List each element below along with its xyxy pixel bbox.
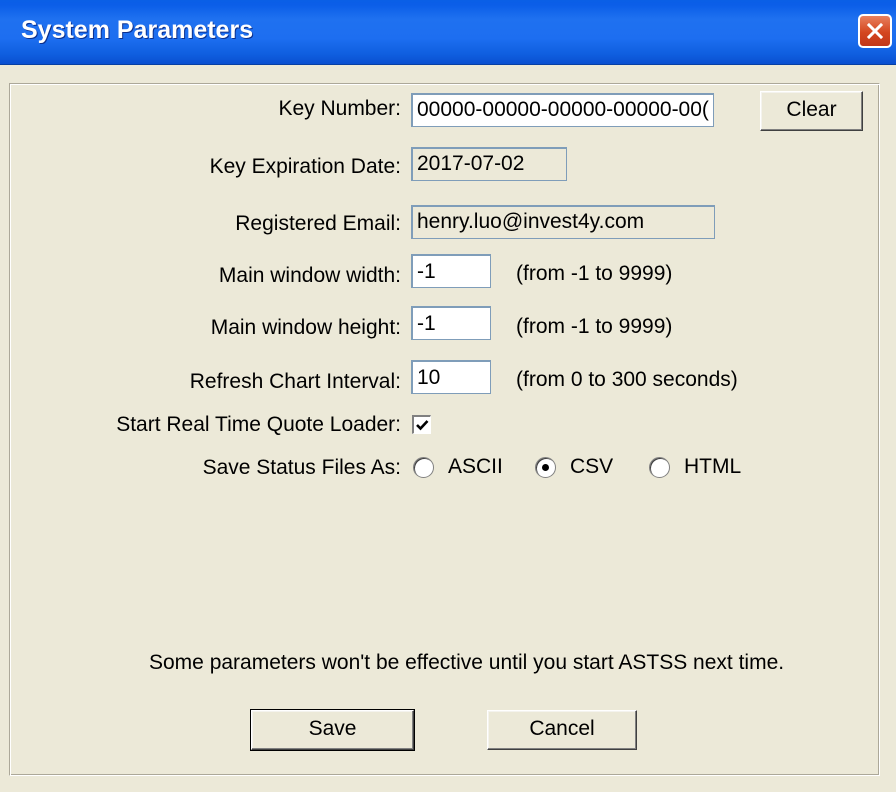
- main-height-hint: (from -1 to 9999): [516, 315, 673, 338]
- cancel-button[interactable]: Cancel: [487, 710, 637, 750]
- clear-button-label: Clear: [786, 98, 837, 121]
- refresh-interval-hint: (from 0 to 300 seconds): [516, 368, 738, 391]
- save-button-label: Save: [308, 717, 357, 740]
- main-height-label: Main window height:: [210, 316, 401, 339]
- close-icon: [866, 22, 884, 40]
- refresh-interval-input[interactable]: [411, 360, 491, 394]
- save-button[interactable]: Save: [250, 709, 415, 751]
- main-height-input[interactable]: [411, 306, 491, 340]
- main-width-hint: (from -1 to 9999): [516, 262, 673, 285]
- close-button[interactable]: [858, 14, 892, 48]
- registered-email-label: Registered Email:: [235, 212, 401, 235]
- radio-html[interactable]: [649, 457, 670, 478]
- title-bar[interactable]: System Parameters: [0, 0, 896, 65]
- cancel-button-label: Cancel: [529, 717, 595, 740]
- restart-note: Some parameters won't be effective until…: [149, 651, 785, 674]
- key-number-value: 00000-00000-00000-00000-00(: [417, 98, 709, 121]
- checkmark-icon: [416, 420, 429, 431]
- key-expiration-label: Key Expiration Date:: [209, 155, 401, 178]
- main-width-input[interactable]: [411, 254, 491, 288]
- key-number-label: Key Number:: [278, 97, 401, 120]
- start-loader-label: Start Real Time Quote Loader:: [116, 413, 401, 436]
- key-expiration-field: 2017-07-02: [411, 147, 567, 181]
- radio-csv-label[interactable]: CSV: [570, 455, 613, 479]
- clear-button[interactable]: Clear: [760, 91, 863, 131]
- registered-email-field: henry.luo@invest4y.com: [411, 205, 715, 239]
- refresh-interval-label: Refresh Chart Interval:: [189, 370, 401, 393]
- radio-ascii[interactable]: [413, 457, 434, 478]
- radio-ascii-label[interactable]: ASCII: [448, 455, 503, 479]
- save-status-label: Save Status Files As:: [202, 456, 401, 479]
- radio-csv[interactable]: [535, 457, 556, 478]
- main-width-label: Main window width:: [218, 264, 401, 287]
- registered-email-value: henry.luo@invest4y.com: [417, 210, 645, 233]
- start-loader-checkbox[interactable]: [412, 415, 431, 434]
- key-number-field[interactable]: 00000-00000-00000-00000-00(: [411, 93, 714, 127]
- radio-selected-dot: [542, 464, 549, 471]
- key-expiration-value: 2017-07-02: [417, 152, 525, 175]
- window-title: System Parameters: [21, 16, 254, 44]
- radio-html-label[interactable]: HTML: [684, 455, 741, 479]
